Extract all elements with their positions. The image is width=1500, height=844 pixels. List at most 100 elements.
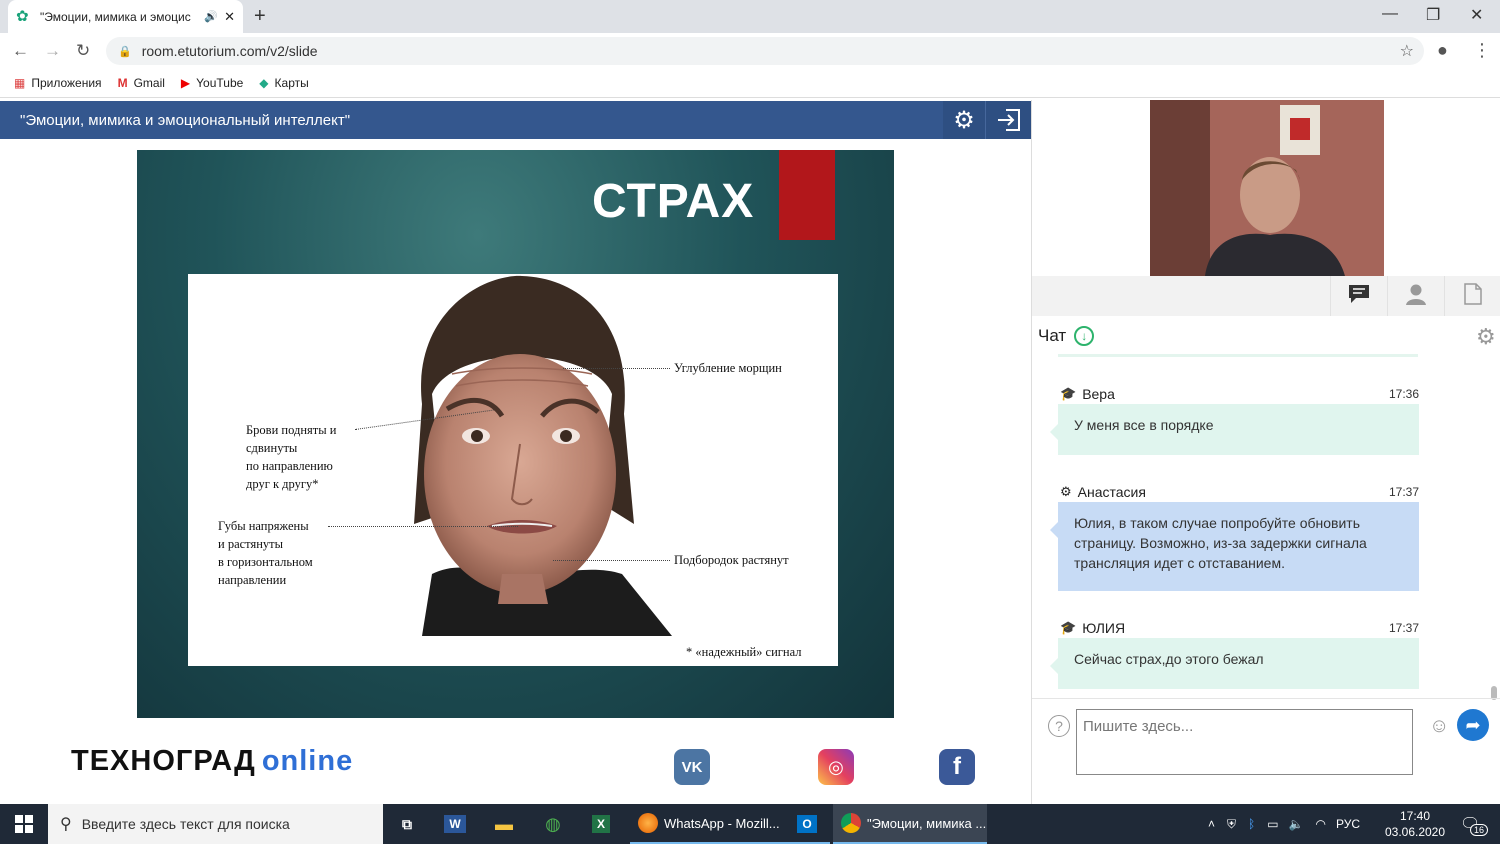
graduation-cap-icon: 🎓 (1060, 386, 1077, 401)
lock-icon: 🔒 (118, 45, 132, 58)
shield-icon[interactable]: ⛨ (1227, 817, 1236, 832)
face-photo (414, 275, 672, 636)
instagram-glyph: ◎ (828, 756, 844, 777)
apps-grid-icon: ▦ (14, 75, 26, 90)
annotation-leader-line (553, 560, 670, 561)
message-time: 17:37 (1388, 621, 1419, 635)
url-text: room.etutorium.com/v2/slide (141, 43, 318, 59)
url-field[interactable]: 🔒 room.etutorium.com/v2/slide ☆ (106, 37, 1424, 65)
slide-image-panel: Углубление морщин Брови подняты и сдвину… (188, 274, 838, 666)
close-window-icon[interactable]: ✕ (1470, 5, 1483, 25)
search-placeholder: Введите здесь текст для поиска (81, 816, 290, 832)
wifi-icon[interactable]: ◠ (1316, 817, 1326, 831)
bookmark-maps[interactable]: ◆ Карты (259, 76, 308, 90)
browser-tab[interactable]: ✿ "Эмоции, мимика и эмоцис 🔊 ✕ (8, 0, 243, 33)
facebook-glyph: f (953, 753, 961, 780)
presenter-video[interactable] (1150, 100, 1384, 276)
side-panel: Чат ↓ ⚙ 🎓 Вера 17:36 У меня все в порядк… (1031, 100, 1500, 804)
tab-chat[interactable] (1330, 276, 1387, 316)
tab-title: "Эмоции, мимика и эмоцис (40, 9, 191, 24)
bookmark-star-icon[interactable]: ☆ (1400, 41, 1414, 61)
windows-taskbar: ⚲ Введите здесь текст для поиска ⧉ W ▬ ◍… (0, 804, 1500, 844)
annotation-lips: Губы напряжены и растянуты в горизонталь… (218, 519, 313, 587)
message-author: Вера (1082, 386, 1115, 402)
forward-icon[interactable]: → (44, 41, 61, 61)
back-icon[interactable]: ← (12, 41, 29, 61)
file-explorer-icon[interactable]: ▬ (480, 804, 528, 844)
clock-date: 03.06.2020 (1384, 825, 1446, 839)
bookmark-label: Gmail (133, 75, 165, 90)
vk-icon[interactable]: VK (674, 749, 710, 785)
chat-bubble-icon (1348, 284, 1370, 309)
chat-message-input[interactable] (1076, 709, 1413, 775)
new-tab-icon[interactable]: + (254, 5, 266, 28)
bluetooth-icon[interactable]: ᛒ (1248, 817, 1255, 831)
bookmark-label: Карты (274, 75, 309, 90)
bookmarks-bar: ▦ Приложения M Gmail ▶ YouTube ◆ Карты (0, 68, 1500, 98)
document-icon (1464, 282, 1482, 310)
message-bubble: Юлия, в таком случае попробуйте обновить… (1050, 502, 1419, 591)
moderator-gear-icon: ⚙ (1060, 484, 1072, 499)
instagram-icon[interactable]: ◎ (818, 749, 854, 785)
speaker-icon[interactable]: 🔊 (204, 10, 218, 23)
maps-app-icon[interactable]: ◍ (529, 804, 577, 844)
annotation-brows: Брови подняты и сдвинуты по направлению … (246, 423, 337, 491)
taskbar-app-label: WhatsApp - Mozill... (664, 815, 780, 831)
close-tab-icon[interactable]: ✕ (224, 9, 235, 25)
chrome-icon (841, 813, 861, 833)
annotation-leader-line (328, 526, 518, 527)
taskbar-app-label: "Эмоции, мимика ... (867, 815, 987, 831)
bookmark-apps[interactable]: ▦ Приложения (14, 76, 102, 90)
message-time: 17:37 (1388, 485, 1419, 499)
download-chat-icon[interactable]: ↓ (1074, 326, 1095, 346)
webinar-header: "Эмоции, мимика и эмоциональный интеллек… (0, 101, 1031, 139)
taskbar-app-chrome[interactable]: "Эмоции, мимика ... (833, 804, 987, 844)
chat-input-row: ? ☺ ➦ (1032, 698, 1500, 804)
menu-dots-icon[interactable]: ⋮ (1473, 40, 1491, 61)
notification-count: 16 (1470, 824, 1489, 836)
notifications-icon[interactable]: 🗨 16 (1460, 814, 1489, 836)
annotation-footnote: * «надежный» сигнал (686, 645, 802, 659)
excel-icon[interactable]: X (577, 804, 625, 844)
battery-icon[interactable]: ▭ (1267, 817, 1278, 831)
outlook-icon[interactable]: O (783, 804, 831, 844)
chevron-up-icon[interactable]: ˄ (1208, 817, 1215, 831)
settings-gear-icon[interactable]: ⚙ (943, 101, 985, 139)
bookmark-gmail[interactable]: M Gmail (118, 76, 165, 90)
reload-icon[interactable]: ↻ (76, 41, 90, 61)
windows-start-icon[interactable] (0, 804, 48, 844)
webinar-title: "Эмоции, мимика и эмоциональный интеллек… (20, 112, 351, 129)
taskbar-search[interactable]: ⚲ Введите здесь текст для поиска (48, 804, 383, 844)
chat-settings-gear-icon[interactable]: ⚙ (1476, 324, 1496, 350)
message-time: 17:36 (1388, 387, 1419, 401)
slide-heading: СТРАХ (592, 175, 755, 228)
annotation-leader-line (563, 368, 670, 369)
restore-icon[interactable]: ❐ (1426, 5, 1440, 25)
language-indicator[interactable]: РУС (1336, 817, 1360, 831)
task-view-icon[interactable]: ⧉ (383, 804, 431, 844)
help-icon[interactable]: ? (1048, 715, 1070, 737)
facebook-icon[interactable]: f (939, 749, 975, 785)
tab-participants[interactable] (1387, 276, 1444, 316)
user-icon (1405, 283, 1427, 310)
address-toolbar: ← → ↻ 🔒 room.etutorium.com/v2/slide ☆ (0, 33, 1500, 68)
bookmark-youtube[interactable]: ▶ YouTube (181, 76, 243, 90)
clock-time: 17:40 (1399, 809, 1431, 823)
message-meta: 🎓 ЮЛИЯ (1060, 620, 1125, 636)
exit-room-icon[interactable] (985, 101, 1031, 139)
message-author: ЮЛИЯ (1082, 620, 1126, 636)
annotation-wrinkles: Углубление морщин (674, 361, 782, 375)
chat-header: Чат ↓ (1038, 326, 1095, 346)
taskbar-clock[interactable]: 17:40 03.06.2020 (1382, 808, 1448, 840)
account-icon[interactable]: ● (1437, 40, 1448, 61)
presentation-slide: СТРАХ Углубление морщин Брови подняты и … (137, 150, 894, 718)
volume-icon[interactable]: 🔈 (1289, 817, 1304, 831)
message-bubble: У меня все в порядке (1050, 404, 1419, 455)
emoji-icon[interactable]: ☺ (1429, 715, 1449, 738)
vk-glyph: VK (681, 758, 703, 776)
minimize-icon[interactable]: — (1382, 5, 1398, 23)
word-icon[interactable]: W (431, 804, 479, 844)
youtube-icon: ▶ (180, 75, 191, 90)
send-message-icon[interactable]: ➦ (1457, 709, 1489, 741)
tab-files[interactable] (1444, 276, 1500, 316)
